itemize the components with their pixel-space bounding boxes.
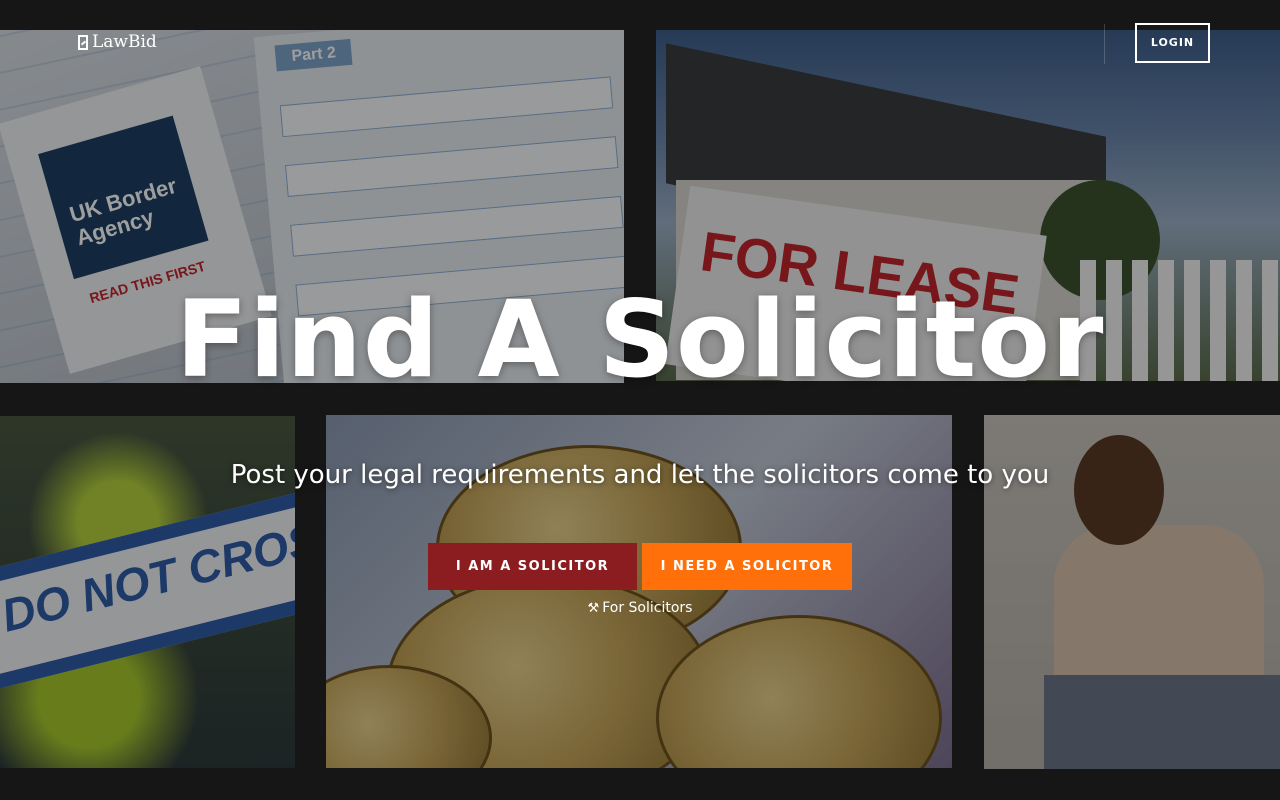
for-solicitors-label: For Solicitors: [602, 600, 693, 616]
hero-subtitle: Post your legal requirements and let the…: [230, 460, 1050, 490]
login-button[interactable]: LOGIN: [1135, 23, 1210, 63]
form-row: [284, 136, 619, 197]
brand-name: LawBid: [92, 32, 157, 52]
gavel-icon: ⚒: [587, 601, 600, 616]
for-solicitors-row: ⚒ For Solicitors: [0, 600, 1280, 616]
coin: [326, 665, 492, 768]
navbar: LawBid LOGIN: [0, 0, 1280, 80]
man-legs: [1044, 675, 1280, 769]
i-am-a-solicitor-button[interactable]: I AM A SOLICITOR: [428, 543, 637, 590]
for-solicitors-link[interactable]: ⚒ For Solicitors: [588, 600, 693, 616]
hero-title: Find A Solicitor: [175, 278, 1105, 401]
landing-page: Part 2 UK Border Agency READ THIS FIRST …: [0, 0, 1280, 800]
man-head: [1074, 435, 1164, 545]
nav-divider: [1104, 24, 1105, 64]
form-row: [279, 76, 614, 138]
i-need-a-solicitor-button[interactable]: I NEED A SOLICITOR: [642, 543, 852, 590]
tape-text: DO NOT CROSS: [0, 505, 295, 642]
police-tape: DO NOT CROSS: [0, 476, 295, 694]
form-row: [290, 195, 624, 257]
border-agency-badge: UK Border Agency: [38, 115, 209, 280]
lawbid-logo-icon: [78, 34, 88, 50]
badge-text: UK Border Agency: [66, 172, 180, 251]
man-shirt: [1054, 525, 1264, 725]
brand-logo[interactable]: LawBid: [78, 32, 157, 52]
coin: [656, 615, 942, 768]
